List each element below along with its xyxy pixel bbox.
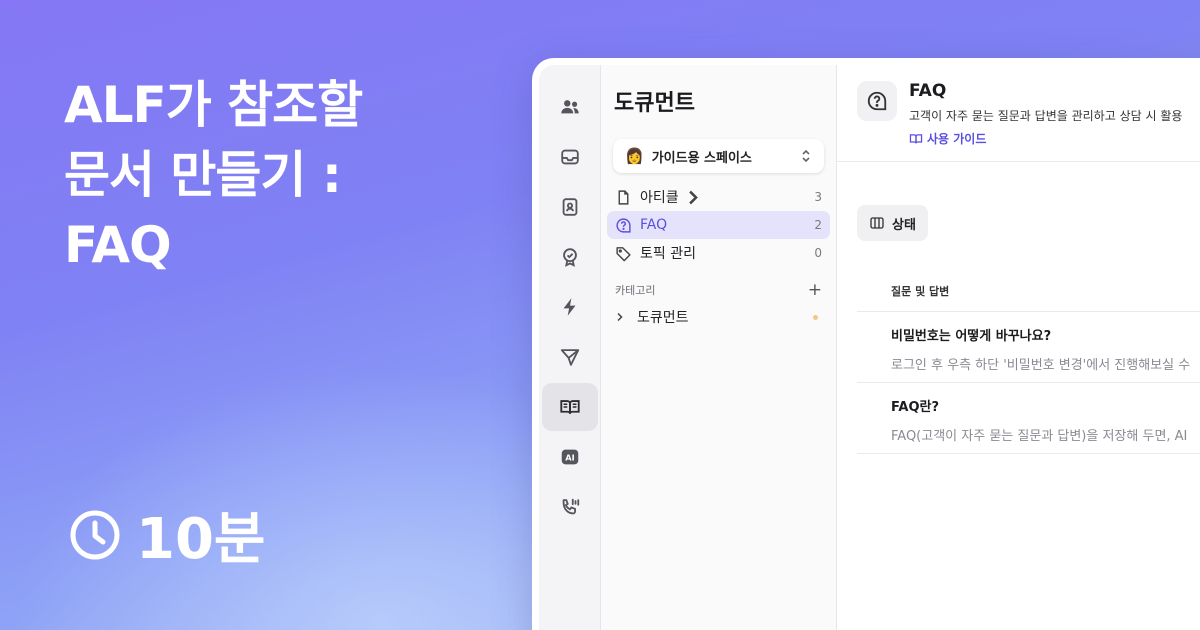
page-title: FAQ — [909, 81, 947, 101]
question-bubble-icon — [616, 217, 631, 233]
hero-title-line-1: ALF가 참조할 — [64, 76, 363, 134]
category-item-label: 도큐먼트 — [637, 310, 689, 326]
table-row[interactable]: 비밀번호는 어떻게 바꾸나요? 로그인 후 우측 하단 '비밀번호 변경'에서 … — [857, 312, 1200, 383]
contact-card-icon — [562, 198, 577, 216]
icon-rail: AI — [539, 65, 601, 630]
clock-icon — [70, 510, 120, 559]
rail-badge-button[interactable] — [542, 233, 598, 281]
inbox-icon — [560, 149, 579, 165]
sidebar-item-label: 토픽 관리 — [640, 246, 696, 262]
hero-title-line-3: FAQ — [64, 216, 172, 274]
chevron-right-icon — [688, 190, 698, 204]
faq-answer: FAQ(고객이 자주 묻는 질문과 답변)을 저장해 두면, AI — [891, 429, 1188, 444]
sidebar-item-topics[interactable]: 토픽 관리 0 — [607, 239, 830, 267]
space-selector[interactable]: 👩 가이드용 스페이스 — [613, 139, 824, 173]
hero-title-line-2: 문서 만들기 : — [64, 146, 342, 204]
rail-campaign-button[interactable] — [542, 333, 598, 381]
table-row[interactable]: FAQ란? FAQ(고객이 자주 묻는 질문과 답변)을 저장해 두면, AI — [857, 383, 1200, 454]
usage-guide-link[interactable]: 사용 가이드 — [909, 130, 1182, 147]
space-avatar: 👩 — [625, 147, 644, 165]
sidebar-item-article[interactable]: 아티클 3 — [607, 183, 830, 211]
app-window: AI 도큐먼트 👩 가이드용 스페이스 아티클 3 FAQ 2 토픽 관리 0 — [532, 58, 1200, 630]
sidebar-item-faq[interactable]: FAQ 2 — [607, 211, 830, 239]
rail-phone-button[interactable] — [542, 483, 598, 531]
rail-contacts-button[interactable] — [542, 183, 598, 231]
ai-icon: AI — [561, 449, 578, 465]
sidebar-item-count: 2 — [814, 218, 822, 232]
category-section-header: 카테고리 + — [607, 277, 830, 303]
table-header: 질문 및 답변 — [857, 270, 1200, 312]
rail-automation-button[interactable] — [542, 283, 598, 331]
sidebar-item-count: 3 — [814, 190, 822, 204]
sidebar-item-label: FAQ — [640, 217, 668, 233]
sidebar-item-label: 아티클 — [640, 190, 679, 206]
rail-ai-button[interactable]: AI — [542, 433, 598, 481]
faq-question: 비밀번호는 어떻게 바꾸나요? — [891, 329, 1052, 344]
column-header-qa: 질문 및 답변 — [891, 284, 950, 298]
usage-guide-label: 사용 가이드 — [927, 132, 987, 146]
duration-label: 10분 — [136, 507, 266, 572]
badge-check-icon — [562, 248, 577, 267]
book-open-icon — [559, 400, 580, 414]
duration: 10분 — [68, 494, 265, 575]
page-description: 고객이 자주 묻는 질문과 답변을 관리하고 상담 시 활용 — [909, 109, 1183, 123]
phone-call-icon — [562, 498, 579, 515]
faq-question: FAQ란? — [891, 400, 940, 415]
users-icon — [560, 100, 579, 114]
sidebar-title: 도큐먼트 — [614, 91, 695, 116]
send-icon — [560, 349, 579, 366]
main-panel: FAQ 고객이 자주 묻는 질문과 답변을 관리하고 상담 시 활용 사용 가이… — [837, 65, 1200, 630]
status-filter-label: 상태 — [892, 217, 916, 233]
page-header: FAQ 고객이 자주 묻는 질문과 답변을 관리하고 상담 시 활용 사용 가이… — [837, 65, 1200, 162]
document-sidebar: 도큐먼트 👩 가이드용 스페이스 아티클 3 FAQ 2 토픽 관리 0 카테고… — [601, 65, 837, 630]
status-dot — [813, 314, 818, 320]
chevron-updown-icon — [802, 149, 810, 163]
faq-table: 질문 및 답변 비밀번호는 어떻게 바꾸나요? 로그인 후 우측 하단 '비밀번… — [857, 270, 1200, 454]
columns-icon — [870, 217, 884, 229]
rail-users-button[interactable] — [542, 83, 598, 131]
sidebar-item-count: 0 — [814, 246, 822, 260]
category-item-documents[interactable]: 도큐먼트 — [607, 303, 830, 331]
book-icon — [909, 133, 923, 143]
add-category-button[interactable]: + — [808, 280, 822, 300]
lightning-icon — [563, 298, 575, 316]
chevron-right-icon[interactable] — [615, 312, 625, 322]
faq-header-icon — [857, 81, 897, 121]
space-name: 가이드용 스페이스 — [651, 150, 752, 166]
faq-answer: 로그인 후 우측 하단 '비밀번호 변경'에서 진행해보실 수 — [891, 358, 1191, 373]
tag-icon — [616, 246, 631, 261]
document-icon — [618, 189, 629, 205]
rail-documents-button[interactable] — [541, 383, 598, 431]
question-bubble-icon — [867, 91, 887, 111]
status-filter-button[interactable]: 상태 — [857, 205, 928, 241]
category-section-label: 카테고리 — [615, 284, 656, 297]
svg-text:AI: AI — [565, 453, 574, 463]
hero-title: ALF가 참조할 문서 만들기 : FAQ — [64, 70, 363, 280]
rail-inbox-button[interactable] — [542, 133, 598, 181]
